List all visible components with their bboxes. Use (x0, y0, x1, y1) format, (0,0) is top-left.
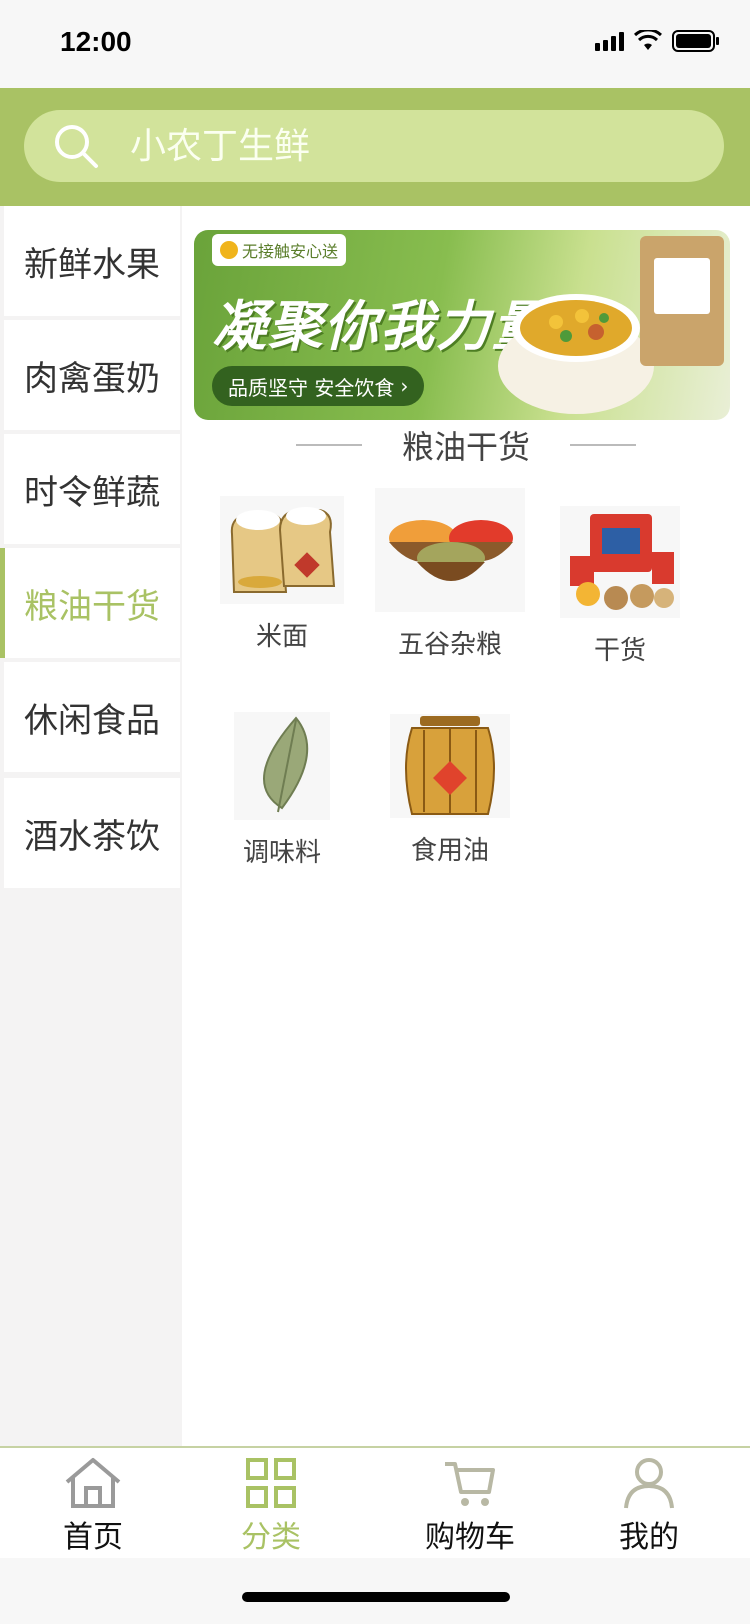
search-input[interactable] (130, 125, 650, 167)
section-title: 粮油干货 (401, 428, 530, 466)
banner-pill: 品质坚守 安全饮食 › (212, 366, 425, 406)
soup-bowl-image (498, 294, 654, 414)
tab-label: 我的 (619, 1520, 679, 1555)
home-indicator-area (0, 1558, 750, 1624)
category-item-rice-flour[interactable]: 米面 (218, 496, 346, 653)
category-sidebar: 新鲜水果 肉禽蛋奶 时令鲜蔬 粮油干货 休闲食品 酒水茶饮 (0, 206, 182, 1446)
grain-bowls-icon (375, 488, 525, 612)
category-content: 无接触安心送 凝聚你我力量 品质坚守 安全饮食 › 粮油干货 米面 五谷杂粮 干… (182, 206, 750, 1446)
user-icon (624, 1458, 674, 1509)
header (0, 88, 750, 206)
search-icon (55, 125, 98, 168)
tab-cart[interactable]: 购物车 (420, 1456, 520, 1556)
package-image (640, 236, 724, 366)
sidebar-item-label: 新鲜水果 (24, 244, 160, 285)
shield-icon (220, 241, 238, 259)
sidebar-item-label: 时令鲜蔬 (24, 472, 160, 513)
sidebar-item-snacks[interactable]: 休闲食品 (4, 662, 180, 772)
tab-label: 首页 (63, 1520, 123, 1555)
dried-goods-icon (560, 506, 680, 618)
cart-icon (445, 1462, 495, 1506)
search-bar[interactable] (24, 110, 724, 182)
status-time: 12:00 (60, 26, 132, 57)
tab-bar: 首页 分类 购物车 我的 (0, 1446, 750, 1558)
bay-leaf-icon (234, 712, 330, 820)
category-label: 干货 (593, 636, 646, 666)
divider (295, 444, 362, 446)
wifi-icon (634, 30, 662, 50)
sidebar-item-grain-oil[interactable]: 粮油干货 (0, 548, 180, 658)
battery-icon (672, 30, 719, 52)
signal-icon (595, 31, 624, 51)
tab-profile[interactable]: 我的 (614, 1456, 684, 1556)
sidebar-item-label: 肉禽蛋奶 (24, 358, 160, 399)
tab-category[interactable]: 分类 (236, 1456, 306, 1556)
category-item-grains[interactable]: 五谷杂粮 (374, 488, 526, 661)
tab-label: 购物车 (425, 1520, 515, 1555)
sidebar-item-meat-eggs-dairy[interactable]: 肉禽蛋奶 (4, 320, 180, 430)
sidebar-item-vegetables[interactable]: 时令鲜蔬 (4, 434, 180, 544)
category-label: 五谷杂粮 (397, 630, 502, 660)
chevron-right-icon: › (400, 374, 409, 398)
home-indicator[interactable] (242, 1592, 510, 1602)
home-icon (65, 1458, 121, 1508)
oil-jar-icon (390, 714, 510, 818)
sidebar-item-drinks[interactable]: 酒水茶饮 (4, 778, 180, 888)
banner-pill-text: 品质坚守 安全饮食 (228, 375, 395, 400)
sidebar-item-label: 酒水茶饮 (24, 816, 160, 857)
category-label: 食用油 (410, 836, 489, 866)
banner-badge: 无接触安心送 (212, 234, 347, 266)
tab-label: 分类 (241, 1520, 301, 1555)
sidebar-item-label: 休闲食品 (24, 700, 160, 741)
banner-badge-text: 无接触安心送 (242, 242, 339, 261)
sidebar-item-fruit[interactable]: 新鲜水果 (4, 206, 180, 316)
category-item-cooking-oil[interactable]: 食用油 (388, 714, 512, 867)
status-icons (595, 30, 720, 52)
flour-sacks-icon (220, 496, 344, 604)
category-label: 调味料 (242, 838, 321, 868)
category-item-dried-goods[interactable]: 干货 (558, 506, 682, 667)
divider (570, 444, 636, 446)
section-header: 粮油干货 (182, 420, 750, 470)
status-bar: 12:00 (0, 0, 750, 88)
promo-banner[interactable]: 无接触安心送 凝聚你我力量 品质坚守 安全饮食 › (194, 230, 730, 420)
sidebar-item-label: 粮油干货 (24, 586, 160, 627)
tab-home[interactable]: 首页 (58, 1456, 128, 1556)
grid-icon (246, 1458, 296, 1508)
category-label: 米面 (255, 622, 308, 652)
category-item-seasoning[interactable]: 调味料 (218, 712, 346, 869)
